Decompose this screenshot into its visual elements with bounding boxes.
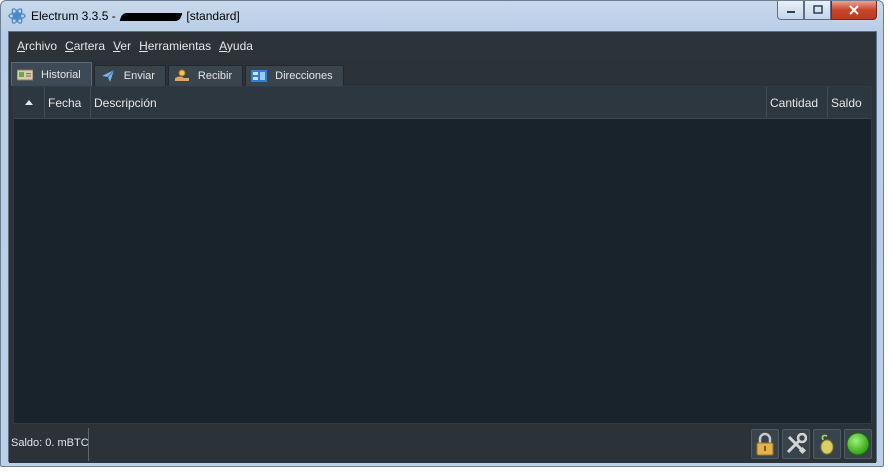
app-window: Electrum 3.3.5 - [standard] Archivo Cart… bbox=[0, 0, 884, 467]
status-bar: Saldo: 0. mBTC bbox=[9, 426, 876, 463]
redacted-wallet-name bbox=[119, 12, 183, 21]
tab-enviar-label: Enviar bbox=[123, 70, 155, 82]
minimize-button[interactable] bbox=[777, 1, 804, 20]
maximize-button[interactable] bbox=[804, 1, 831, 20]
minimize-icon bbox=[786, 11, 795, 13]
balance-label: Saldo: 0. mBTC bbox=[11, 437, 89, 449]
menu-ver[interactable]: Ver bbox=[109, 39, 135, 53]
sort-ascending-icon bbox=[25, 99, 33, 105]
sort-column-header[interactable] bbox=[14, 87, 45, 118]
history-icon bbox=[17, 68, 33, 82]
menu-ayuda[interactable]: Ayuda bbox=[215, 39, 257, 53]
table-header: Fecha Descripción Cantidad Saldo bbox=[14, 87, 871, 119]
tab-bar: Historial Enviar Recibir Direcciones bbox=[11, 62, 346, 86]
menu-cartera[interactable]: Cartera bbox=[61, 39, 109, 53]
status-divider bbox=[88, 428, 89, 461]
window-title-suffix: [standard] bbox=[186, 9, 240, 23]
column-header-saldo[interactable]: Saldo bbox=[828, 87, 871, 118]
lock-icon bbox=[756, 432, 774, 456]
main-client-area: Archivo Cartera Ver Herramientas Ayuda H… bbox=[8, 31, 877, 463]
tab-enviar[interactable]: Enviar bbox=[93, 65, 166, 86]
menu-archivo[interactable]: Archivo bbox=[13, 39, 61, 53]
close-icon bbox=[849, 5, 859, 15]
close-button[interactable] bbox=[831, 1, 877, 20]
column-header-fecha[interactable]: Fecha bbox=[45, 87, 91, 118]
menu-herramientas[interactable]: Herramientas bbox=[135, 39, 215, 53]
column-header-cantidad[interactable]: Cantidad bbox=[767, 87, 828, 118]
network-status-button[interactable] bbox=[844, 429, 872, 459]
tab-recibir[interactable]: Recibir bbox=[167, 65, 244, 86]
password-button[interactable] bbox=[751, 429, 779, 459]
seed-icon bbox=[820, 434, 834, 455]
send-icon bbox=[100, 69, 116, 83]
history-table: Fecha Descripción Cantidad Saldo bbox=[13, 86, 872, 424]
seed-button[interactable] bbox=[813, 429, 841, 459]
title-bar[interactable]: Electrum 3.3.5 - [standard] bbox=[1, 1, 883, 31]
column-header-descripcion[interactable]: Descripción bbox=[91, 87, 767, 118]
window-title: Electrum 3.3.5 - [standard] bbox=[31, 9, 240, 23]
window-title-prefix: Electrum 3.3.5 - bbox=[31, 9, 116, 23]
electrum-logo-icon bbox=[8, 7, 26, 25]
tab-recibir-label: Recibir bbox=[197, 70, 233, 82]
receive-icon bbox=[174, 69, 190, 83]
tab-direcciones-label: Direcciones bbox=[275, 70, 333, 82]
preferences-button[interactable] bbox=[782, 429, 810, 459]
menu-bar: Archivo Cartera Ver Herramientas Ayuda bbox=[9, 32, 876, 60]
tools-icon bbox=[786, 433, 807, 455]
tab-historial-label: Historial bbox=[41, 68, 81, 81]
addresses-icon bbox=[251, 69, 268, 83]
tab-direcciones[interactable]: Direcciones bbox=[245, 65, 344, 86]
network-online-icon bbox=[846, 432, 870, 456]
tab-historial[interactable]: Historial bbox=[11, 62, 92, 86]
maximize-icon bbox=[812, 5, 823, 14]
